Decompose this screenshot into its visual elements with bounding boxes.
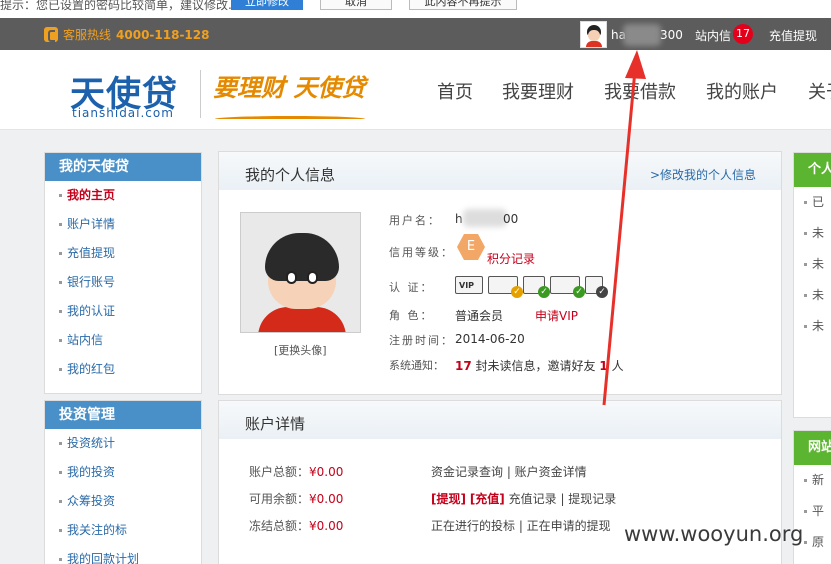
watermark: www.wooyun.org xyxy=(624,522,804,546)
annotation-arrow xyxy=(602,50,646,406)
page: 提示：您已设置的密码比较简单，建议修改... 立即修改 取消 此内容不再提示 客… xyxy=(0,0,831,564)
